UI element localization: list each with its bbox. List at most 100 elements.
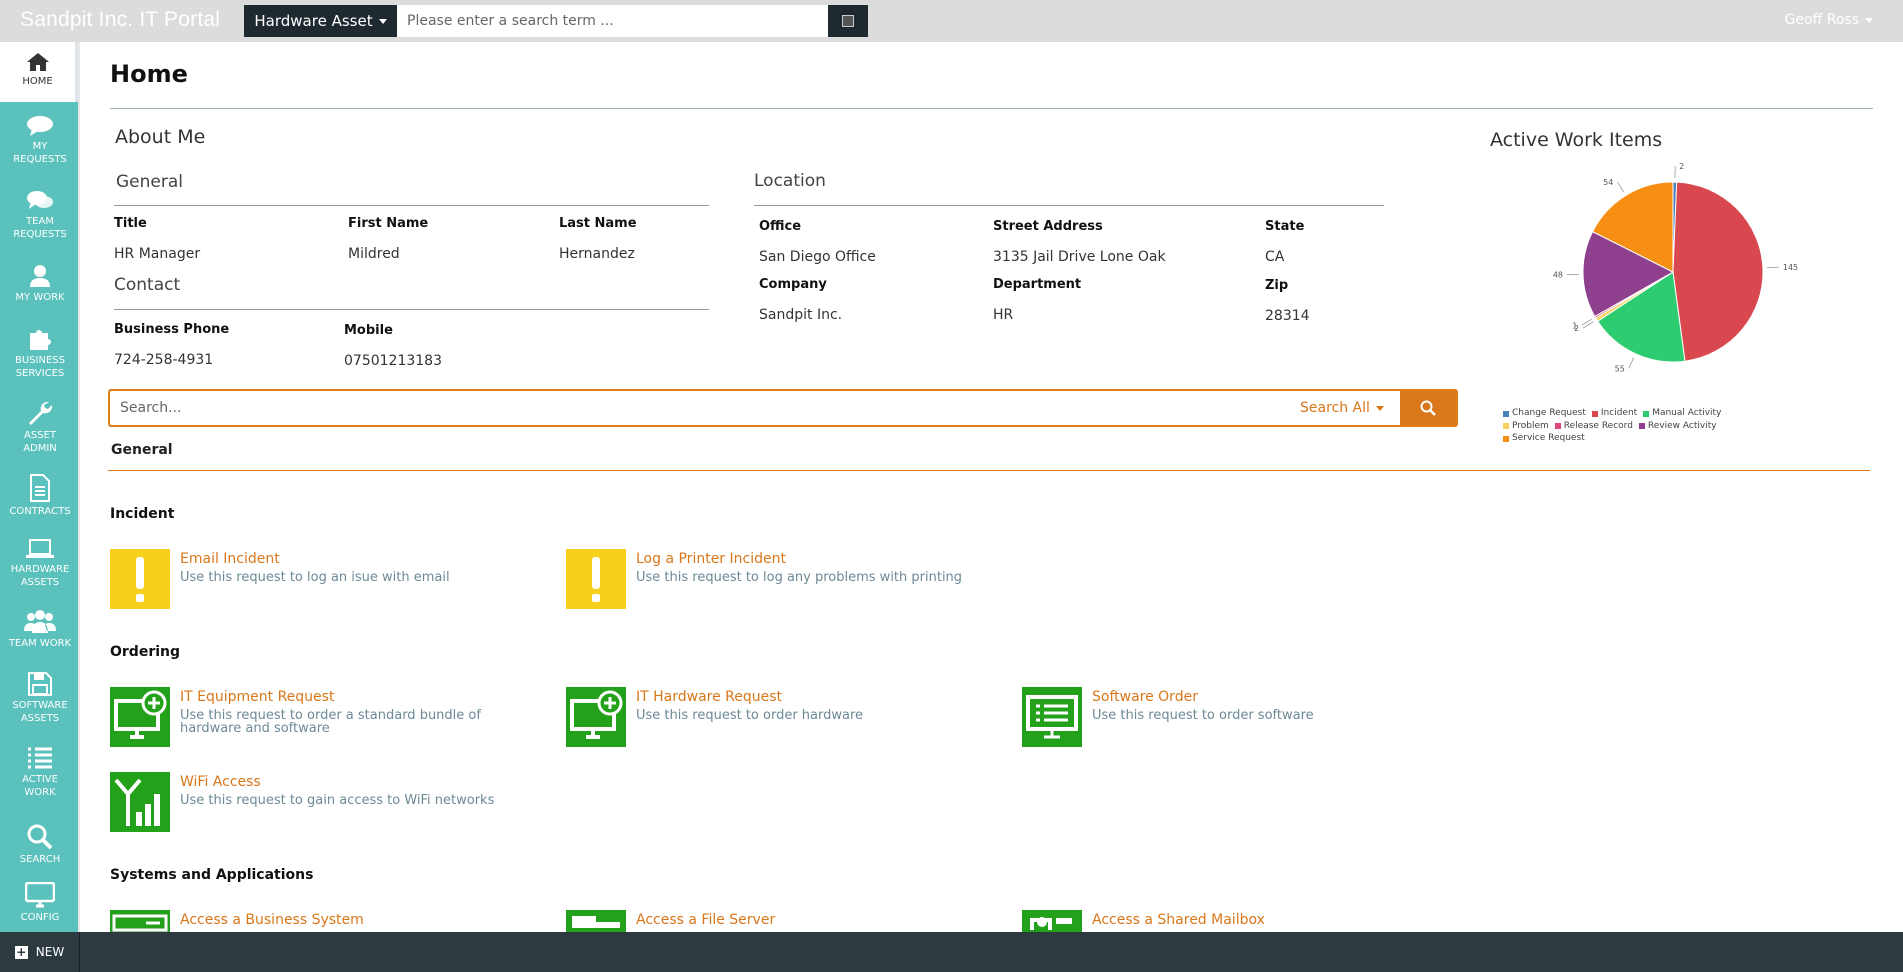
global-search-input[interactable]	[397, 5, 828, 37]
tile-title[interactable]: Software Order	[1092, 689, 1198, 705]
sidebar-item-hardware-assets[interactable]: HARDWARE ASSETS	[0, 538, 80, 589]
business-phone-label: Business Phone	[114, 322, 230, 337]
legend-item[interactable]: Problem	[1503, 421, 1549, 432]
mobile-value: 07501213183	[344, 353, 442, 369]
sidebar-item-label: ASSET ADMIN	[23, 430, 57, 454]
catalog-search-input[interactable]	[110, 391, 1270, 425]
tile-title[interactable]: IT Equipment Request	[180, 689, 334, 705]
office-value: San Diego Office	[759, 249, 876, 265]
company-value: Sandpit Inc.	[759, 307, 843, 323]
sidebar-item-label: BUSINESS SERVICES	[15, 355, 65, 379]
incident-heading: Incident	[110, 506, 175, 522]
legend-swatch	[1503, 435, 1509, 442]
state-label: State	[1265, 219, 1305, 234]
home-icon	[26, 53, 49, 71]
tile-title[interactable]: Access a File Server	[636, 912, 775, 928]
search-icon	[27, 824, 53, 850]
software-order-tile[interactable]: Software Order Use this request to order…	[1022, 687, 1462, 747]
tile-description: Use this request to order hardware	[636, 708, 864, 723]
catalog-general-heading: General	[111, 442, 173, 458]
about-me-heading: About Me	[115, 126, 206, 148]
sidebar-item-asset-admin[interactable]: ASSET ADMIN	[0, 400, 80, 455]
sidebar-item-team-requests[interactable]: TEAM REQUESTS	[0, 190, 80, 241]
chat-multi-icon	[27, 191, 53, 209]
first-name-label: First Name	[348, 216, 429, 231]
zip-value: 28314	[1265, 308, 1310, 324]
legend-item[interactable]: Service Request	[1503, 433, 1585, 444]
tile-description: Use this request to order software	[1092, 708, 1314, 723]
legend-item[interactable]: Incident	[1591, 408, 1637, 419]
tile-title[interactable]: Email Incident	[180, 551, 280, 567]
catalog-divider	[108, 470, 1870, 471]
sidebar-item-team-work[interactable]: TEAM WORK	[0, 608, 80, 650]
systems-heading: Systems and Applications	[110, 867, 314, 883]
pie-label-leader	[1582, 321, 1594, 329]
it-equipment-tile[interactable]: IT Equipment Request Use this request to…	[110, 687, 550, 747]
pie-slice-incident[interactable]	[1672, 181, 1764, 362]
wifi-access-tile[interactable]: WiFi Access Use this request to gain acc…	[110, 772, 550, 832]
file-server-tile[interactable]: Access a File Server	[566, 910, 1006, 932]
search-scope-dropdown[interactable]: Hardware Asset	[244, 5, 397, 37]
general-divider	[114, 205, 709, 206]
email-incident-tile[interactable]: Email Incident Use this request to log a…	[110, 549, 550, 609]
search-all-label: Search All	[1300, 400, 1370, 416]
exclamation-icon	[110, 549, 170, 609]
tile-description: Use this request to gain access to WiFi …	[180, 793, 495, 808]
monitor-add-icon	[566, 687, 626, 747]
tile-description: Use this request to order a standard bun…	[180, 708, 481, 736]
pie-label-leader	[1617, 181, 1625, 193]
pie-value-label: 145	[1783, 263, 1798, 272]
contact-heading: Contact	[114, 275, 181, 295]
sidebar-item-active-work[interactable]: ACTIVE WORK	[0, 746, 80, 799]
monitor-list-icon	[1022, 687, 1082, 747]
user-icon	[30, 265, 50, 287]
sidebar-item-software-assets[interactable]: SOFTWARE ASSETS	[0, 672, 80, 725]
list-icon	[28, 747, 52, 769]
shared-mailbox-tile[interactable]: Access a Shared Mailbox	[1022, 910, 1462, 932]
user-menu[interactable]: Geoff Ross	[1785, 12, 1873, 28]
tile-title[interactable]: Log a Printer Incident	[636, 551, 786, 567]
monitor-icon	[25, 882, 55, 908]
bottom-bar: + NEW	[0, 932, 1903, 972]
legend-item[interactable]: Review Activity	[1638, 421, 1717, 432]
sidebar-item-contracts[interactable]: CONTRACTS	[0, 474, 80, 518]
legend-swatch	[1638, 423, 1645, 429]
global-search-button[interactable]	[828, 5, 868, 37]
catalog-search-button[interactable]	[1400, 391, 1456, 425]
search-scope-label: Hardware Asset	[254, 12, 373, 30]
sidebar-item-home[interactable]: HOME	[0, 42, 80, 102]
brand-title[interactable]: Sandpit Inc. IT Portal	[20, 8, 220, 32]
tile-description: Use this request to log an isue with ema…	[180, 570, 450, 585]
title-value: HR Manager	[114, 246, 201, 262]
plus-icon: +	[14, 944, 28, 959]
business-system-tile[interactable]: Access a Business System	[110, 910, 550, 932]
sidebar-item-business-services[interactable]: BUSINESS SERVICES	[0, 325, 80, 380]
first-name-value: Mildred	[348, 246, 400, 262]
sidebar-item-search[interactable]: SEARCH	[0, 824, 80, 866]
tile-title[interactable]: Access a Shared Mailbox	[1092, 912, 1265, 928]
legend-item[interactable]: Release Record	[1554, 421, 1633, 432]
pie-label-leader	[1581, 318, 1592, 326]
zip-label: Zip	[1265, 278, 1289, 293]
sidebar-item-my-work[interactable]: MY WORK	[0, 264, 80, 304]
sidebar-item-label: TEAM REQUESTS	[13, 216, 67, 240]
sidebar-item-config[interactable]: CONFIG	[0, 882, 80, 924]
tile-title[interactable]: IT Hardware Request	[636, 689, 782, 705]
new-button[interactable]: + NEW	[0, 932, 80, 972]
tile-description: Use this request to log any problems wit…	[636, 570, 963, 585]
sidebar-item-label: HOME	[22, 76, 53, 87]
chart-legend: Change Request Incident Manual Activity Pro…	[1503, 408, 1763, 446]
printer-incident-tile[interactable]: Log a Printer Incident Use this request …	[566, 549, 1006, 609]
sidebar-item-my-requests[interactable]: MY REQUESTS	[0, 115, 80, 166]
legend-item[interactable]: Manual Activity	[1643, 408, 1721, 419]
title-divider	[110, 108, 1873, 109]
it-hardware-tile[interactable]: IT Hardware Request Use this request to …	[566, 687, 1006, 747]
search-all-dropdown[interactable]: Search All	[1300, 400, 1384, 416]
business-phone-value: 724-258-4931	[114, 352, 214, 368]
legend-swatch	[1503, 423, 1509, 429]
state-value: CA	[1265, 249, 1285, 265]
legend-item[interactable]: Change Request	[1503, 408, 1586, 419]
tile-title[interactable]: Access a Business System	[180, 912, 364, 928]
tile-title[interactable]: WiFi Access	[180, 774, 261, 790]
sidebar-item-label: MY REQUESTS	[13, 141, 67, 165]
